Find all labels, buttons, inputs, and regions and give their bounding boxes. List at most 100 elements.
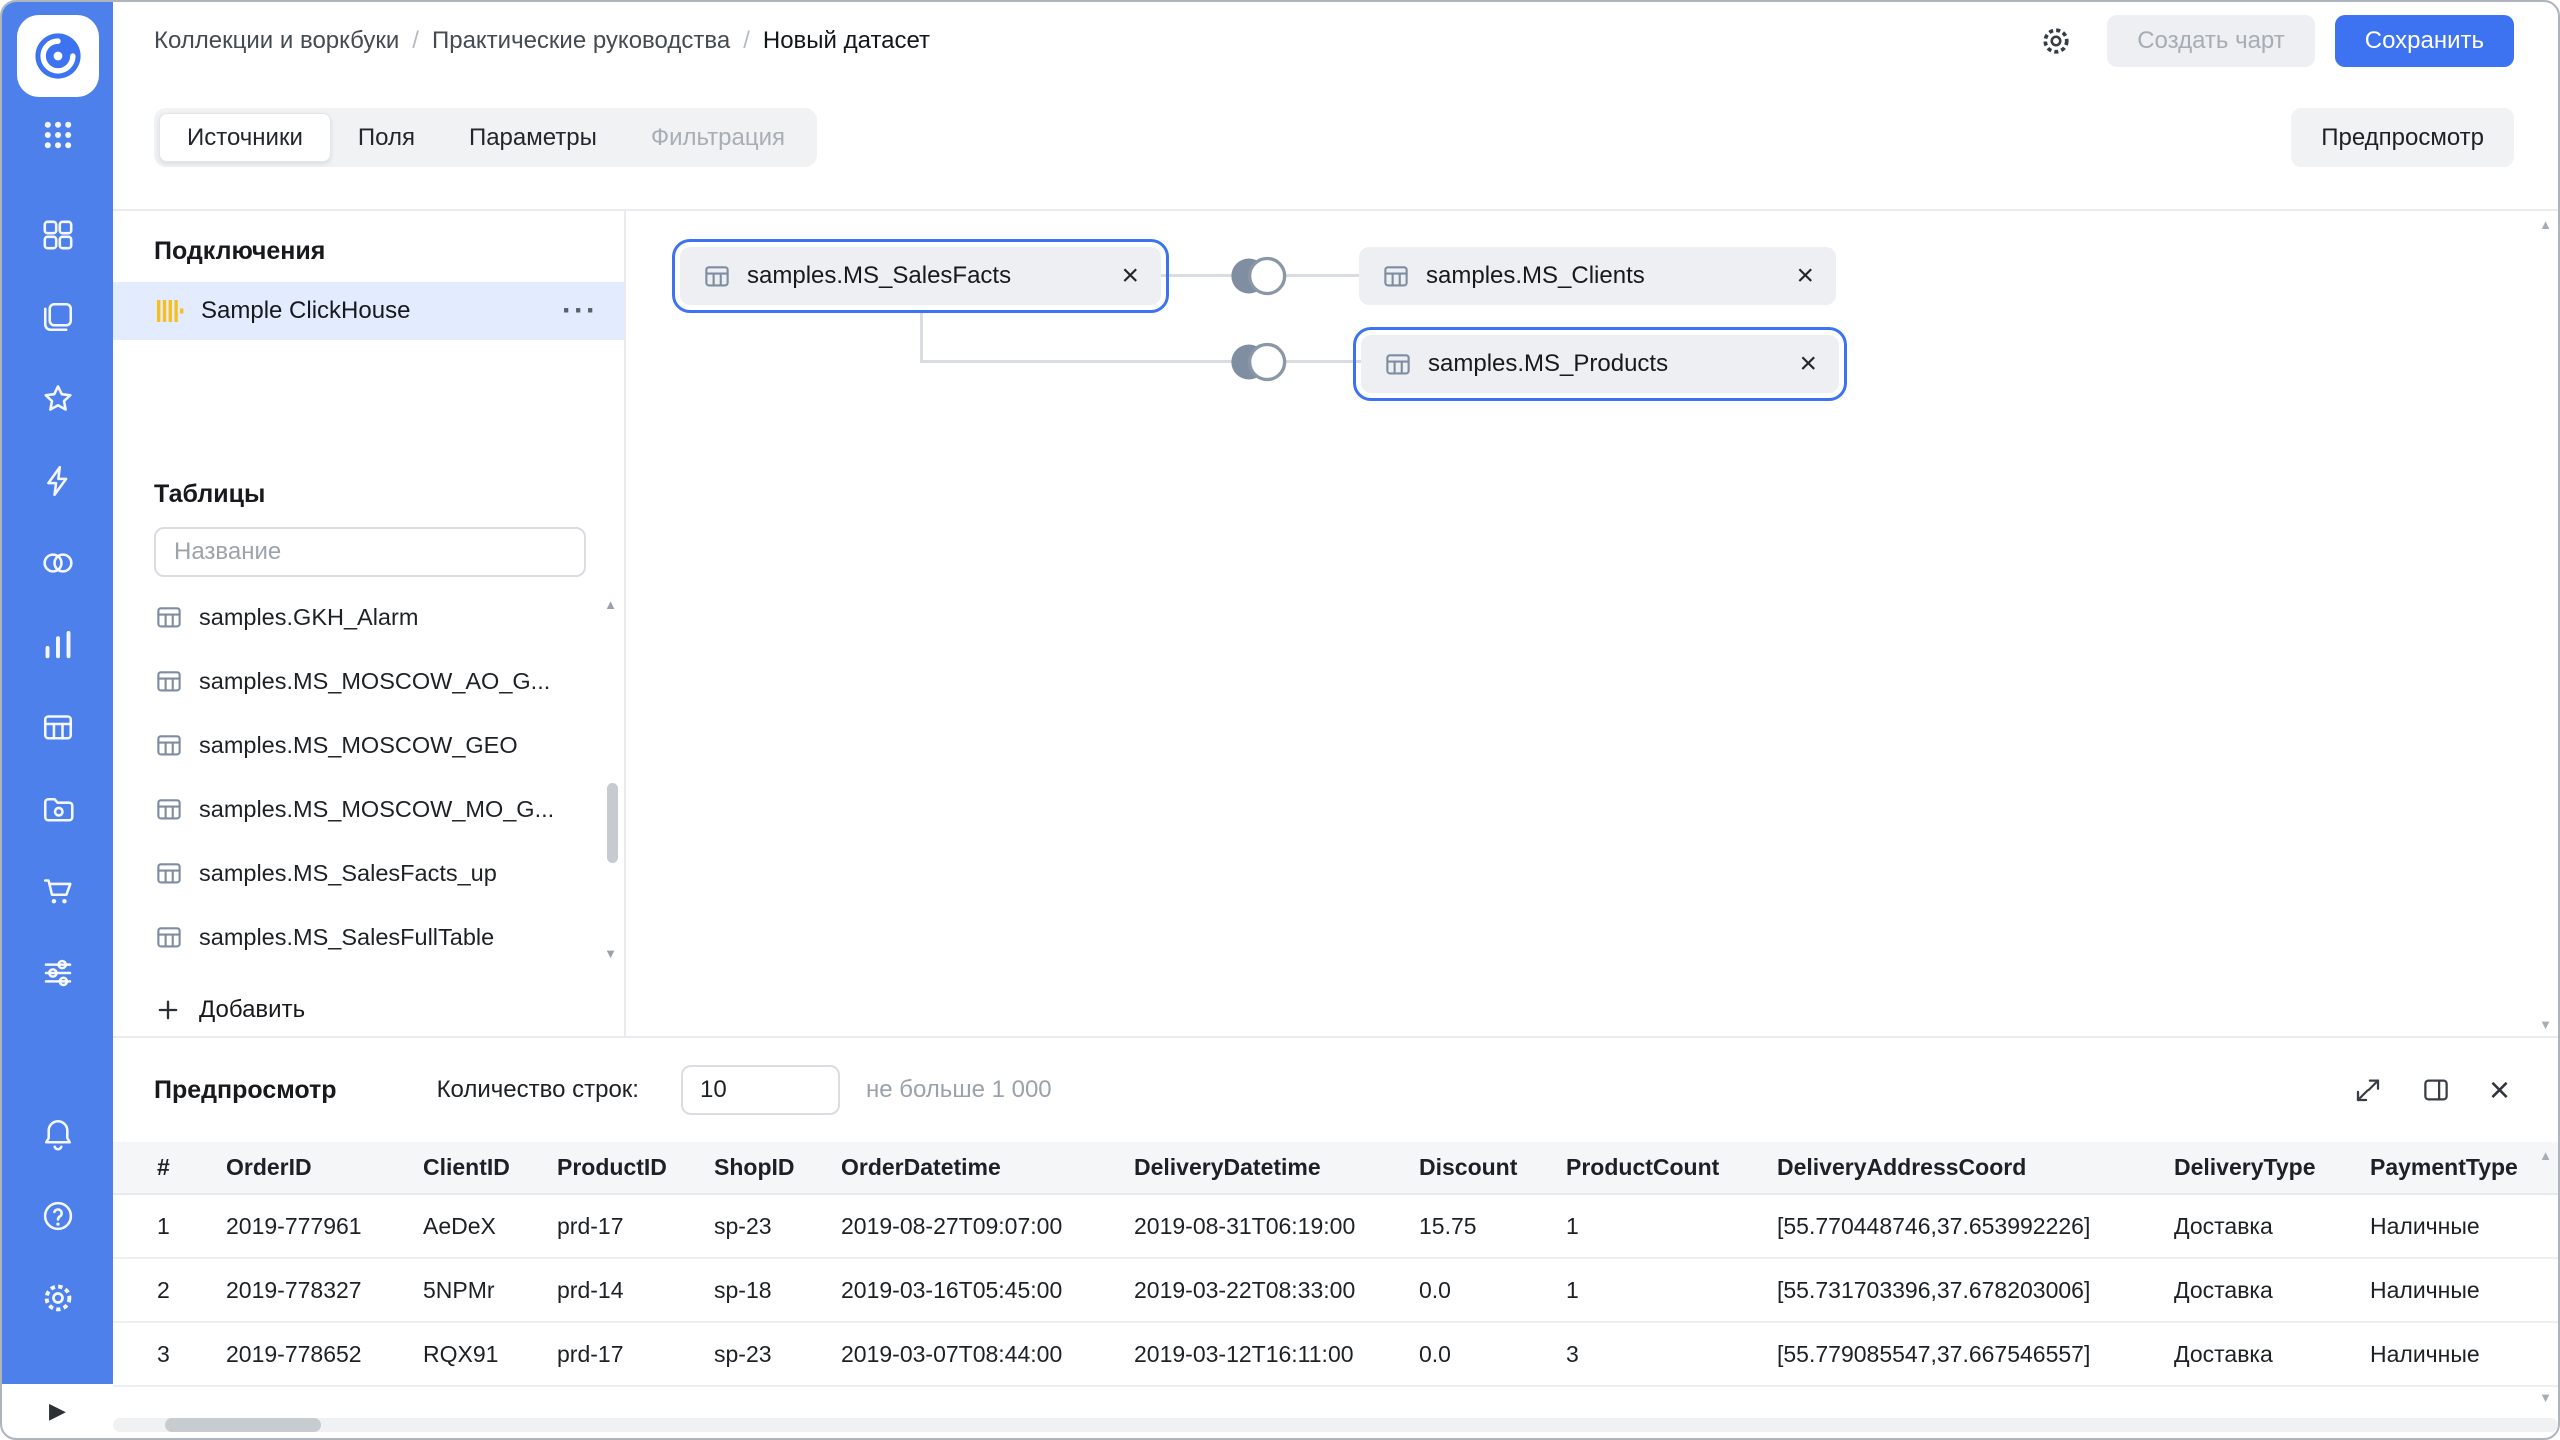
- table-list-item[interactable]: samples.MS_MOSCOW_AO_G...: [113, 649, 624, 713]
- node-label: samples.MS_Products: [1428, 350, 1668, 378]
- join-canvas[interactable]: samples.MS_SalesFacts × samples.MS_Clien…: [626, 211, 2558, 1036]
- dataset-table-node-salesfacts[interactable]: samples.MS_SalesFacts ×: [680, 247, 1161, 305]
- tabs-row: Источники Поля Параметры Фильтрация Пред…: [113, 80, 2558, 211]
- column-header: OrderDatetime: [841, 1142, 1134, 1194]
- sidebar-item-lightning-icon[interactable]: [34, 459, 82, 503]
- apps-grid-icon[interactable]: [34, 113, 82, 157]
- cell: 2019-08-31T06:19:00: [1134, 1194, 1419, 1258]
- preview-header: Предпросмотр Количество строк: не больше…: [113, 1038, 2558, 1142]
- cell: 2019-777961: [226, 1194, 423, 1258]
- save-button[interactable]: Сохранить: [2335, 15, 2514, 67]
- sidebar-item-rings-icon[interactable]: [34, 541, 82, 585]
- close-preview-icon[interactable]: ×: [2489, 1072, 2510, 1108]
- cell: 1: [113, 1194, 226, 1258]
- remove-table-icon[interactable]: ×: [1773, 349, 1817, 379]
- create-chart-button[interactable]: Создать чарт: [2107, 15, 2315, 67]
- table-list-item[interactable]: samples.MS_MOSCOW_MO_G...: [113, 777, 624, 841]
- join-type-icon[interactable]: [1223, 247, 1293, 305]
- cell: 2019-778327: [226, 1258, 423, 1322]
- dataset-table-node-clients[interactable]: samples.MS_Clients ×: [1359, 247, 1836, 305]
- cell: 0.0: [1419, 1258, 1566, 1322]
- table-list-item[interactable]: samples.MS_MOSCOW_GEO: [113, 713, 624, 777]
- cell: 3: [113, 1322, 226, 1386]
- dataset-settings-gear-icon[interactable]: [2039, 24, 2073, 58]
- breadcrumb-separator: /: [412, 27, 419, 55]
- canvas-scroll-down-icon[interactable]: ▼: [2539, 1017, 2552, 1032]
- content-area: Подключения Sample ClickHouse ··· Таблиц…: [113, 211, 2558, 1036]
- cell: sp-18: [714, 1258, 841, 1322]
- table-name: samples.MS_MOSCOW_MO_G...: [199, 796, 554, 823]
- add-table-button[interactable]: Добавить: [154, 985, 624, 1035]
- remove-table-icon[interactable]: ×: [1770, 261, 1814, 291]
- table-name: samples.MS_SalesFullTable: [199, 924, 494, 951]
- tables-scroll-up-icon[interactable]: ▲: [604, 597, 617, 612]
- table-list-item[interactable]: samples.MS_SalesFullTable: [113, 905, 624, 969]
- tab-filtering[interactable]: Фильтрация: [624, 113, 812, 162]
- cell: 5NPMr: [423, 1258, 557, 1322]
- app-window: ▶ Коллекции и воркбуки / Практические ру…: [0, 0, 2560, 1440]
- preview-scroll-down-icon[interactable]: ▼: [2539, 1390, 2552, 1405]
- preview-title: Предпросмотр: [154, 1076, 337, 1105]
- remove-table-icon[interactable]: ×: [1095, 261, 1139, 291]
- preview-actions: ×: [2353, 1072, 2510, 1108]
- row-count-input[interactable]: [681, 1065, 840, 1115]
- table-list-item[interactable]: samples.GKH_Alarm: [113, 585, 624, 649]
- rail-footer: ▶: [2, 1384, 113, 1438]
- sidebar-item-star-icon[interactable]: [34, 377, 82, 421]
- tables-scrollbar-thumb[interactable]: [607, 783, 618, 863]
- connection-more-icon[interactable]: ···: [562, 296, 598, 326]
- tab-parameters[interactable]: Параметры: [442, 113, 624, 162]
- datalens-logo[interactable]: [17, 15, 99, 97]
- connections-title: Подключения: [113, 237, 624, 266]
- cell: [55.779085547,37.667546557]: [1777, 1322, 2174, 1386]
- preview-scroll-up-icon[interactable]: ▲: [2539, 1148, 2552, 1163]
- cell: 0.0: [1419, 1322, 1566, 1386]
- tables-scroll-down-icon[interactable]: ▼: [604, 946, 617, 961]
- join-type-icon[interactable]: [1223, 333, 1293, 391]
- horizontal-scrollbar[interactable]: [113, 1418, 2558, 1432]
- sidebar-item-layers-icon[interactable]: [34, 295, 82, 339]
- horizontal-scrollbar-thumb[interactable]: [165, 1418, 321, 1432]
- column-header: ShopID: [714, 1142, 841, 1194]
- cell: prd-14: [557, 1258, 714, 1322]
- sidebar-item-folder-icon[interactable]: [34, 787, 82, 831]
- sidebar-item-sliders-icon[interactable]: [34, 951, 82, 995]
- clickhouse-icon: [154, 296, 184, 326]
- table-grid-icon: [702, 261, 732, 291]
- breadcrumb-collections[interactable]: Коллекции и воркбуки: [154, 27, 399, 55]
- expand-sidebar-icon[interactable]: ▶: [49, 1400, 66, 1422]
- table-row: 1 2019-777961 AeDeX prd-17 sp-23 2019-08…: [113, 1194, 2558, 1258]
- sidebar-item-table-icon[interactable]: [34, 705, 82, 749]
- column-header: OrderID: [226, 1142, 423, 1194]
- cell: 1: [1566, 1258, 1777, 1322]
- cell: sp-23: [714, 1322, 841, 1386]
- connection-item-selected[interactable]: Sample ClickHouse ···: [113, 282, 624, 340]
- cell: 2019-778652: [226, 1322, 423, 1386]
- column-header: ProductID: [557, 1142, 714, 1194]
- expand-preview-icon[interactable]: [2353, 1075, 2383, 1105]
- cell: 2019-03-07T08:44:00: [841, 1322, 1134, 1386]
- table-list-item[interactable]: samples.MS_SalesFacts_up: [113, 841, 624, 905]
- sidebar-item-cart-icon[interactable]: [34, 869, 82, 913]
- help-icon[interactable]: [34, 1194, 82, 1238]
- panel-layout-icon[interactable]: [2421, 1075, 2451, 1105]
- table-search-input[interactable]: [154, 527, 586, 577]
- preview-toggle-button[interactable]: Предпросмотр: [2291, 108, 2514, 167]
- breadcrumb-guides[interactable]: Практические руководства: [432, 27, 730, 55]
- table-grid-icon: [154, 666, 184, 696]
- bell-icon[interactable]: [34, 1112, 82, 1156]
- datalens-logo-icon: [27, 25, 89, 87]
- canvas-scroll-up-icon[interactable]: ▲: [2539, 217, 2552, 232]
- settings-gear-icon[interactable]: [34, 1276, 82, 1320]
- preview-panel: Предпросмотр Количество строк: не больше…: [113, 1036, 2558, 1438]
- tab-sources[interactable]: Источники: [159, 113, 331, 162]
- cell: Наличные: [2370, 1194, 2558, 1258]
- table-grid-icon: [154, 794, 184, 824]
- cell: [55.731703396,37.678203006]: [1777, 1258, 2174, 1322]
- sidebar-item-squares-icon[interactable]: [34, 213, 82, 257]
- dataset-table-node-products[interactable]: samples.MS_Products ×: [1361, 335, 1839, 393]
- sidebar-item-bar-chart-icon[interactable]: [34, 623, 82, 667]
- join-connector-line: [920, 360, 1361, 363]
- tab-fields[interactable]: Поля: [331, 113, 442, 162]
- table-grid-icon: [154, 858, 184, 888]
